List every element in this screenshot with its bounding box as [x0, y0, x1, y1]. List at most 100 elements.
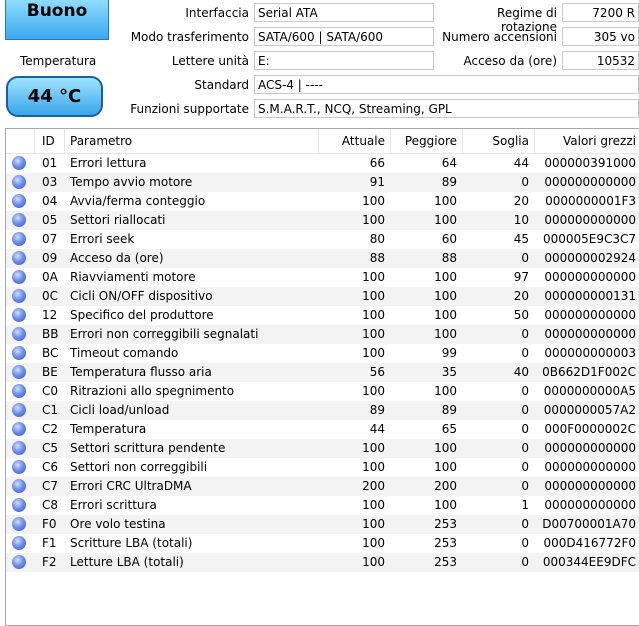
- attribute-threshold: 50: [513, 308, 529, 322]
- attribute-name: Cicli ON/OFF dispositivo: [70, 289, 213, 303]
- attribute-name: Errori lettura: [70, 156, 147, 170]
- table-row[interactable]: C6 Settori non correggibili 100 100 0 0000000…: [6, 458, 639, 477]
- table-row[interactable]: C8 Errori scrittura 100 100 1 000000000000: [6, 496, 639, 515]
- standard-label: Standard: [194, 78, 249, 92]
- attribute-worst: 99: [441, 346, 457, 360]
- attribute-current: 44: [369, 422, 385, 436]
- attribute-raw-value: 000000000000: [544, 308, 636, 322]
- table-row[interactable]: 03 Tempo avvio motore 91 89 0 000000000000: [6, 173, 639, 192]
- attribute-raw-value: 0000000057A2: [543, 403, 636, 417]
- table-row[interactable]: F0 Ore volo testina 100 253 0 D00700001A70: [6, 515, 639, 534]
- attribute-worst: 100: [434, 289, 457, 303]
- attribute-current: 56: [369, 365, 385, 379]
- attribute-name: Settori non correggibili: [70, 460, 208, 474]
- attribute-current: 100: [362, 441, 385, 455]
- attribute-current: 100: [362, 194, 385, 208]
- attribute-current: 100: [362, 327, 385, 341]
- attribute-worst: 200: [434, 479, 457, 493]
- attribute-id: C1: [42, 403, 59, 417]
- attribute-worst: 100: [434, 384, 457, 398]
- attribute-current: 100: [362, 289, 385, 303]
- attribute-worst: 100: [434, 270, 457, 284]
- attribute-id: C7: [42, 479, 59, 493]
- attribute-threshold: 1: [521, 498, 529, 512]
- table-row[interactable]: 01 Errori lettura 66 64 44 000000391000: [6, 154, 639, 173]
- status-dot-icon: [12, 536, 26, 550]
- attribute-raw-value: 000F0000002C: [544, 422, 636, 436]
- power-hours-label: Acceso da (ore): [463, 54, 557, 68]
- standard-field: ACS-4 | ----: [254, 75, 639, 94]
- temperature-badge[interactable]: 44 °C: [6, 76, 103, 117]
- attribute-current: 100: [362, 517, 385, 531]
- interface-field: Serial ATA: [254, 3, 434, 22]
- table-row[interactable]: C2 Temperatura 44 65 0 000F0000002C: [6, 420, 639, 439]
- attribute-name: Avvia/ferma conteggio: [70, 194, 206, 208]
- table-row[interactable]: 12 Specifico del produttore 100 100 50 000000…: [6, 306, 639, 325]
- attribute-raw-value: 000000000000: [544, 498, 636, 512]
- attribute-worst: 65: [441, 422, 457, 436]
- header-current-separator: [318, 129, 391, 153]
- attribute-name: Temperatura: [70, 422, 147, 436]
- attribute-threshold: 20: [513, 194, 529, 208]
- table-row[interactable]: BE Temperatura flusso aria 56 35 40 0B662D1F0…: [6, 363, 639, 382]
- attribute-raw-value: 0B662D1F002C: [542, 365, 636, 379]
- attribute-threshold: 0: [521, 403, 529, 417]
- attribute-id: BC: [42, 346, 59, 360]
- table-row[interactable]: 05 Settori riallocati 100 100 10 000000000000: [6, 211, 639, 230]
- attribute-name: Ore volo testina: [70, 517, 166, 531]
- status-dot-icon: [12, 460, 26, 474]
- attribute-name: Temperatura flusso aria: [70, 365, 212, 379]
- attribute-name: Settori scrittura pendente: [70, 441, 226, 455]
- table-row[interactable]: 0C Cicli ON/OFF dispositivo 100 100 20 000000…: [6, 287, 639, 306]
- table-row[interactable]: 0A Riavviamenti motore 100 100 97 00000000000…: [6, 268, 639, 287]
- attribute-raw-value: 000D416772F0: [543, 536, 637, 550]
- attribute-id: F2: [42, 555, 57, 569]
- attribute-threshold: 0: [521, 175, 529, 189]
- header-raw-values[interactable]: Valori grezzi: [534, 134, 636, 148]
- attribute-raw-value: 000000000003: [544, 346, 636, 360]
- temperature-label: Temperatura: [20, 54, 97, 68]
- attribute-raw-value: 000000000000: [544, 327, 636, 341]
- transfer-mode-field: SATA/600 | SATA/600: [254, 27, 434, 46]
- table-row[interactable]: C1 Cicli load/unload 89 89 0 0000000057A2: [6, 401, 639, 420]
- attribute-current: 100: [362, 498, 385, 512]
- attribute-id: BE: [42, 365, 58, 379]
- attribute-id: 04: [42, 194, 58, 208]
- smart-attributes-table[interactable]: ID Parametro Attuale Peggiore Soglia Val…: [5, 128, 639, 626]
- features-label: Funzioni supportate: [130, 102, 249, 116]
- table-row[interactable]: C5 Settori scrittura pendente 100 100 0 00000…: [6, 439, 639, 458]
- attribute-name: Riavviamenti motore: [70, 270, 196, 284]
- attribute-worst: 89: [441, 175, 457, 189]
- attribute-current: 66: [369, 156, 385, 170]
- attribute-raw-value: 000005E9C3C7: [542, 232, 636, 246]
- table-row[interactable]: F1 Scritture LBA (totali) 100 253 0 000D41677…: [6, 534, 639, 553]
- header-id-separator: [34, 129, 65, 153]
- attribute-name: Errori CRC UltraDMA: [70, 479, 192, 493]
- attribute-name: Errori non correggibili segnalati: [70, 327, 259, 341]
- table-row[interactable]: 04 Avvia/ferma conteggio 100 100 20 000000000…: [6, 192, 639, 211]
- header-status-column[interactable]: [6, 129, 35, 153]
- status-dot-icon: [12, 498, 26, 512]
- attribute-worst: 60: [441, 232, 457, 246]
- status-dot-icon: [12, 346, 26, 360]
- table-row[interactable]: BB Errori non correggibili segnalati 100 10…: [6, 325, 639, 344]
- table-row[interactable]: 09 Acceso da (ore) 88 88 0 000000002924: [6, 249, 639, 268]
- attribute-name: Ritrazioni allo spegnimento: [70, 384, 235, 398]
- table-row[interactable]: BC Timeout comando 100 99 0 000000000003: [6, 344, 639, 363]
- header-parameter-separator: [64, 129, 319, 153]
- table-row[interactable]: F2 Letture LBA (totali) 100 253 0 000344EE9DF…: [6, 553, 639, 572]
- status-dot-icon: [12, 517, 26, 531]
- attribute-worst: 35: [441, 365, 457, 379]
- table-row[interactable]: C0 Ritrazioni allo spegnimento 100 100 0 0000…: [6, 382, 639, 401]
- attribute-raw-value: 000000000000: [544, 213, 636, 227]
- attribute-id: 12: [42, 308, 58, 322]
- table-row[interactable]: 07 Errori seek 80 60 45 000005E9C3C7: [6, 230, 639, 249]
- attribute-worst: 100: [434, 194, 457, 208]
- health-status-badge[interactable]: Buono: [5, 0, 109, 40]
- attribute-threshold: 0: [521, 536, 529, 550]
- header-worst-separator: [390, 129, 463, 153]
- attribute-id: 09: [42, 251, 58, 265]
- table-row[interactable]: C7 Errori CRC UltraDMA 200 200 0 000000000000: [6, 477, 639, 496]
- attribute-worst: 64: [441, 156, 457, 170]
- attribute-raw-value: 000000000000: [544, 270, 636, 284]
